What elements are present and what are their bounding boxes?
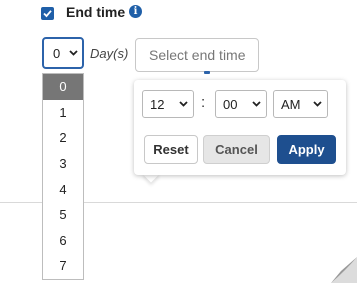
day-options-list: 0 1 2 3 4 5 6 7: [42, 73, 84, 280]
chevron-down-icon: [252, 101, 261, 107]
day-option[interactable]: 2: [43, 125, 83, 151]
chevron-down-icon: [69, 50, 78, 56]
input-focus-indicator: [204, 71, 210, 74]
end-time-checkbox[interactable]: [41, 7, 54, 20]
end-time-placeholder: Select end time: [149, 47, 246, 63]
apply-button[interactable]: Apply: [277, 135, 336, 164]
cancel-button[interactable]: Cancel: [203, 135, 270, 164]
day-select[interactable]: 0: [42, 37, 84, 69]
time-separator: :: [201, 94, 206, 111]
day-option[interactable]: 5: [43, 202, 83, 228]
end-time-input[interactable]: Select end time: [135, 38, 259, 72]
period-select[interactable]: AM: [273, 90, 328, 118]
minute-value: 00: [223, 96, 238, 112]
page-curl-decoration: [331, 257, 357, 283]
reset-button[interactable]: Reset: [144, 135, 198, 164]
hour-select[interactable]: 12: [142, 90, 194, 118]
day-option[interactable]: 3: [43, 151, 83, 177]
end-time-label: End time: [66, 4, 126, 20]
day-option[interactable]: 7: [43, 253, 83, 279]
day-select-value: 0: [53, 45, 61, 61]
day-option[interactable]: 4: [43, 176, 83, 202]
period-value: AM: [281, 96, 301, 112]
day-option[interactable]: 6: [43, 228, 83, 254]
chevron-down-icon: [179, 101, 188, 107]
chevron-down-icon: [313, 101, 322, 107]
days-unit-label: Day(s): [90, 46, 129, 61]
minute-select[interactable]: 00: [215, 90, 267, 118]
day-option[interactable]: 1: [43, 100, 83, 126]
checkmark-icon: [43, 10, 52, 18]
day-option[interactable]: 0: [43, 74, 83, 100]
info-icon[interactable]: i: [129, 5, 142, 18]
hour-value: 12: [150, 96, 165, 112]
